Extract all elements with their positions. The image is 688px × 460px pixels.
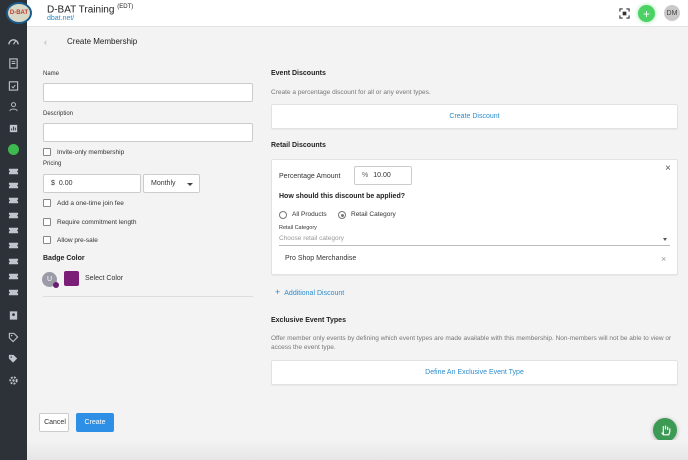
cancel-button-label: Cancel <box>44 419 66 426</box>
back-chevron-icon[interactable]: ‹ <box>44 37 47 47</box>
additional-discount-label: Additional Discount <box>284 290 345 297</box>
billing-period-select[interactable]: Monthly <box>143 174 200 193</box>
chevron-down-icon <box>663 238 667 241</box>
join-fee-label: Add a one-time join fee <box>57 200 124 207</box>
join-fee-checkbox[interactable] <box>43 199 51 207</box>
presale-checkbox[interactable] <box>43 236 51 244</box>
percentage-value: 10.00 <box>373 172 391 179</box>
tag-icon[interactable] <box>7 332 20 343</box>
app-title: D-BAT Training (EDT) <box>47 4 133 15</box>
sidebar <box>0 0 27 460</box>
ticket-icon[interactable] <box>7 166 20 177</box>
currency-symbol: $ <box>51 180 55 187</box>
ticket-icon[interactable] <box>7 195 20 206</box>
commitment-checkbox[interactable] <box>43 218 51 226</box>
close-icon[interactable]: × <box>665 164 671 174</box>
pricing-label: Pricing <box>43 161 62 167</box>
percentage-amount-input[interactable]: % 10.00 <box>354 166 412 185</box>
retail-category-radio-label: Retail Category <box>351 211 396 218</box>
ticket-icon[interactable] <box>7 225 20 236</box>
define-exclusive-event-button[interactable]: Define An Exclusive Event Type <box>271 360 678 385</box>
all-products-radio[interactable] <box>279 211 287 219</box>
gear-icon[interactable] <box>7 375 20 386</box>
calendar-check-icon[interactable] <box>7 80 20 91</box>
retail-category-placeholder: Choose retail category <box>279 235 345 242</box>
price-input[interactable]: $0.00 <box>43 174 141 193</box>
users-icon[interactable] <box>7 101 20 112</box>
percent-symbol: % <box>362 172 369 179</box>
contact-card-icon[interactable] <box>7 310 20 321</box>
ticket-icon[interactable] <box>7 271 20 282</box>
dashboard-icon[interactable] <box>7 37 20 48</box>
retail-category-radio[interactable] <box>338 211 346 219</box>
exclusive-event-types-description: Offer member only events by defining whi… <box>271 335 672 351</box>
badge-color-dot <box>53 282 59 288</box>
selected-category: Pro Shop Merchandise <box>285 255 357 262</box>
select-color-link[interactable]: Select Color <box>85 275 123 282</box>
retail-discounts-heading: Retail Discounts <box>271 142 326 149</box>
help-fab[interactable] <box>653 418 677 442</box>
page-title: Create Membership <box>67 37 138 46</box>
retail-category-label: Retail Category <box>279 225 317 231</box>
ticket-icon[interactable] <box>7 287 20 298</box>
additional-discount-link[interactable]: + Additional Discount <box>275 287 344 297</box>
scan-icon[interactable] <box>619 8 630 19</box>
billing-period-value: Monthly <box>151 180 176 187</box>
bottom-shadow <box>27 440 688 460</box>
ticket-icon[interactable] <box>7 180 20 191</box>
exclusive-event-types-heading: Exclusive Event Types <box>271 317 346 324</box>
add-button[interactable]: + <box>638 5 655 22</box>
ticket-icon[interactable] <box>7 256 20 267</box>
invite-only-label: Invite-only membership <box>57 149 125 156</box>
app-title-timezone: (EDT) <box>117 4 134 10</box>
user-avatar[interactable]: DM <box>664 5 680 21</box>
active-circle-icon[interactable] <box>7 144 20 155</box>
description-label: Description <box>43 111 74 117</box>
commitment-label: Require commitment length <box>57 219 137 226</box>
retail-discount-card: × Percentage Amount % 10.00 How should th… <box>271 159 678 275</box>
event-discounts-description: Create a percentage discount for all or … <box>271 89 431 96</box>
ticket-icon[interactable] <box>7 240 20 251</box>
chevron-down-icon <box>187 183 193 186</box>
price-value: 0.00 <box>58 180 73 187</box>
ticket-icon[interactable] <box>7 210 20 221</box>
name-label: Name <box>43 71 60 77</box>
retail-category-select[interactable]: Choose retail category <box>279 235 670 246</box>
create-discount-button[interactable]: Create Discount <box>271 104 678 129</box>
invite-only-checkbox[interactable] <box>43 148 51 156</box>
main-content: ‹ Create Membership Name Description Inv… <box>27 27 688 460</box>
logo-text: D-BAT <box>9 10 29 16</box>
percentage-amount-label: Percentage Amount <box>279 173 341 180</box>
description-input[interactable] <box>43 123 253 142</box>
tags-icon[interactable] <box>7 353 20 364</box>
plus-icon: + <box>275 287 281 297</box>
color-swatch[interactable] <box>64 271 79 286</box>
cancel-button[interactable]: Cancel <box>39 413 69 432</box>
top-header: D-BAT Training (EDT) dbat.net/ + DM <box>27 0 688 27</box>
divider <box>43 296 253 297</box>
all-products-label: All Products <box>292 211 327 218</box>
app-title-text: D-BAT Training <box>47 4 115 16</box>
remove-category-icon[interactable]: × <box>661 254 666 264</box>
name-input[interactable] <box>43 83 253 102</box>
presale-label: Allow pre-sale <box>57 237 98 244</box>
badge-color-heading: Badge Color <box>43 255 85 262</box>
app-url-link[interactable]: dbat.net/ <box>47 15 74 22</box>
hand-icon <box>660 425 670 435</box>
create-button[interactable]: Create <box>76 413 114 432</box>
apply-question: How should this discount be applied? <box>279 193 405 200</box>
book-icon[interactable] <box>7 58 20 69</box>
app-logo[interactable]: D-BAT <box>6 2 32 24</box>
event-discounts-heading: Event Discounts <box>271 70 326 77</box>
report-icon[interactable] <box>7 123 20 134</box>
